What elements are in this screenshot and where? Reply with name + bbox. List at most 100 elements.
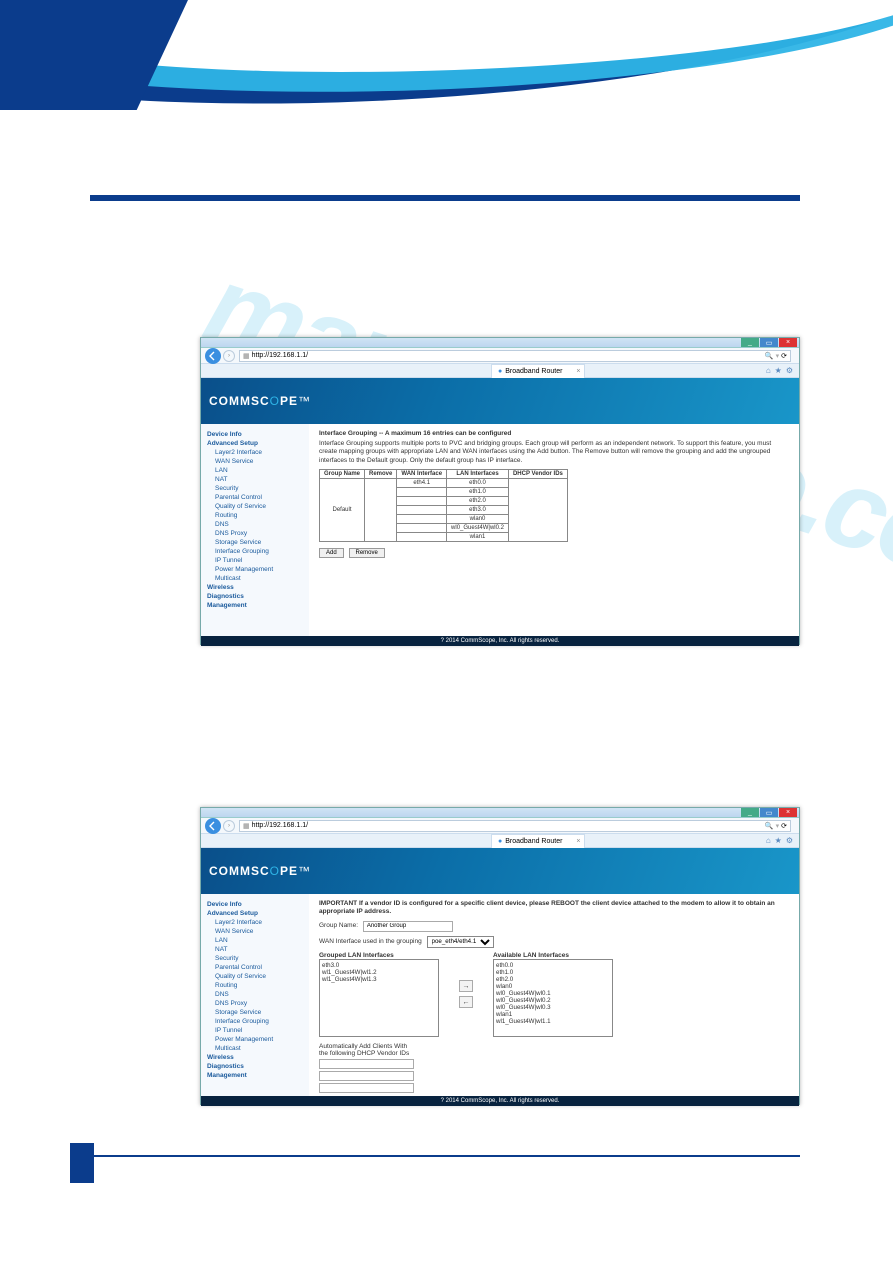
globe-icon: ● [498, 838, 502, 845]
sidebar-item[interactable]: Management [205, 1071, 305, 1080]
sidebar-item[interactable]: DNS Proxy [205, 999, 305, 1008]
home-icon[interactable]: ⌂ [766, 836, 771, 845]
home-icon[interactable]: ⌂ [766, 366, 771, 375]
sidebar-item[interactable]: Security [205, 954, 305, 963]
wan-interface-select[interactable]: poe_eth4/eth4.1 [427, 936, 494, 948]
available-lan-listbox[interactable]: eth0.0 eth1.0 eth2.0 wlan0 wl0_Guest4W|w… [493, 959, 613, 1037]
sidebar-item[interactable]: Device Info [205, 430, 305, 439]
sidebar-item[interactable]: LAN [205, 936, 305, 945]
sidebar-item[interactable]: Interface Grouping [205, 1017, 305, 1026]
address-bar[interactable]: ▦ http://192.168.1.1/ 🔍 ▾ ⟳ [239, 350, 791, 362]
sidebar-item[interactable]: Multicast [205, 1044, 305, 1053]
sidebar-item[interactable]: Layer2 Interface [205, 918, 305, 927]
sidebar-item[interactable]: NAT [205, 945, 305, 954]
window-maximize-button[interactable]: ▭ [760, 338, 778, 347]
sidebar-item[interactable]: Storage Service [205, 1008, 305, 1017]
settings-icon[interactable]: ⚙ [786, 836, 793, 845]
window-maximize-button[interactable]: ▭ [760, 808, 778, 817]
sidebar-item[interactable]: IP Tunnel [205, 1026, 305, 1035]
wan-interface-label: WAN Interface used in the grouping [319, 938, 422, 945]
router-logo-banner: COMMSCOPE™ [201, 848, 799, 894]
window-minimize-button[interactable]: _ [741, 808, 759, 817]
sidebar-item[interactable]: Multicast [205, 574, 305, 583]
sidebar-item[interactable]: Parental Control [205, 493, 305, 502]
sidebar-item[interactable]: Quality of Service [205, 502, 305, 511]
sidebar-item[interactable]: Advanced Setup [205, 439, 305, 448]
sidebar-item[interactable]: Wireless [205, 583, 305, 592]
sidebar-item[interactable]: Diagnostics [205, 1062, 305, 1071]
sidebar-item[interactable]: Layer2 Interface [205, 448, 305, 457]
vendor-id-input[interactable] [319, 1083, 414, 1093]
settings-icon[interactable]: ⚙ [786, 366, 793, 375]
tab-broadband-router[interactable]: ● Broadband Router × [491, 834, 585, 848]
content-description: Interface Grouping supports multiple por… [319, 440, 789, 465]
globe-icon: ● [498, 368, 502, 375]
sidebar-item[interactable]: IP Tunnel [205, 556, 305, 565]
favorites-icon[interactable]: ★ [775, 366, 782, 375]
table-header: DHCP Vendor IDs [508, 470, 567, 479]
move-right-button[interactable]: → [459, 980, 473, 992]
group-name-input[interactable] [363, 921, 453, 932]
sidebar-item[interactable]: Routing [205, 981, 305, 990]
move-left-button[interactable]: ← [459, 996, 473, 1008]
sidebar-item[interactable]: Routing [205, 511, 305, 520]
add-button[interactable]: Add [319, 548, 344, 558]
url-text: http://192.168.1.1/ [252, 822, 308, 829]
favorites-icon[interactable]: ★ [775, 836, 782, 845]
tab-close-button[interactable]: × [576, 838, 580, 845]
sidebar-item[interactable]: Power Management [205, 565, 305, 574]
sidebar-item[interactable]: WAN Service [205, 457, 305, 466]
address-bar-row: › ▦ http://192.168.1.1/ 🔍 ▾ ⟳ [201, 818, 799, 834]
vendor-id-label-1: Automatically Add Clients With [319, 1043, 789, 1050]
sidebar-item[interactable]: LAN [205, 466, 305, 475]
window-titlebar: _ ▭ × [201, 808, 799, 818]
sidebar-item[interactable]: Storage Service [205, 538, 305, 547]
grouped-lan-listbox[interactable]: eth3.0 wl1_Guest4W|wl1.2 wl1_Guest4W|wl1… [319, 959, 439, 1037]
refresh-icon[interactable]: ⟳ [781, 822, 787, 830]
address-bar[interactable]: ▦ http://192.168.1.1/ 🔍 ▾ ⟳ [239, 820, 791, 832]
sidebar-nav: Device InfoAdvanced SetupLayer2 Interfac… [201, 424, 309, 636]
sidebar-item[interactable]: Advanced Setup [205, 909, 305, 918]
tab-broadband-router[interactable]: ● Broadband Router × [491, 364, 585, 378]
vendor-cell [508, 479, 567, 542]
sidebar-item[interactable]: Diagnostics [205, 592, 305, 601]
lan-cell: eth0.0 [447, 479, 509, 488]
back-button[interactable] [205, 818, 221, 834]
router-footer: ? 2014 CommScope, Inc. All rights reserv… [201, 1096, 799, 1106]
section-rule [90, 195, 800, 201]
page-number [70, 1143, 94, 1183]
table-header: Remove [365, 470, 397, 479]
wan-cell [397, 497, 447, 506]
vendor-id-input[interactable] [319, 1071, 414, 1081]
tab-title: Broadband Router [505, 838, 562, 845]
sidebar-item[interactable]: DNS Proxy [205, 529, 305, 538]
refresh-icon[interactable]: ⟳ [781, 352, 787, 360]
sidebar-item[interactable]: Management [205, 601, 305, 610]
window-close-button[interactable]: × [779, 808, 797, 817]
sidebar-item[interactable]: Interface Grouping [205, 547, 305, 556]
remove-button[interactable]: Remove [349, 548, 385, 558]
sidebar-item[interactable]: Wireless [205, 1053, 305, 1062]
sidebar-item[interactable]: DNS [205, 990, 305, 999]
tab-strip: ● Broadband Router × ⌂ ★ ⚙ [201, 834, 799, 848]
sidebar-item[interactable]: DNS [205, 520, 305, 529]
window-minimize-button[interactable]: _ [741, 338, 759, 347]
wan-cell [397, 506, 447, 515]
sidebar-item[interactable]: WAN Service [205, 927, 305, 936]
sidebar-item[interactable]: NAT [205, 475, 305, 484]
sidebar-item[interactable]: Security [205, 484, 305, 493]
window-close-button[interactable]: × [779, 338, 797, 347]
sidebar-item[interactable]: Device Info [205, 900, 305, 909]
vendor-id-input[interactable] [319, 1059, 414, 1069]
sidebar-item[interactable]: Quality of Service [205, 972, 305, 981]
forward-button[interactable]: › [223, 350, 235, 362]
forward-button[interactable]: › [223, 820, 235, 832]
tab-close-button[interactable]: × [576, 368, 580, 375]
arrow-left-icon [208, 821, 218, 831]
sidebar-item[interactable]: Power Management [205, 1035, 305, 1044]
table-header: LAN Interfaces [447, 470, 509, 479]
table-header: Group Name [320, 470, 365, 479]
sidebar-item[interactable]: Parental Control [205, 963, 305, 972]
back-button[interactable] [205, 348, 221, 364]
group-name-cell: Default [320, 479, 365, 542]
